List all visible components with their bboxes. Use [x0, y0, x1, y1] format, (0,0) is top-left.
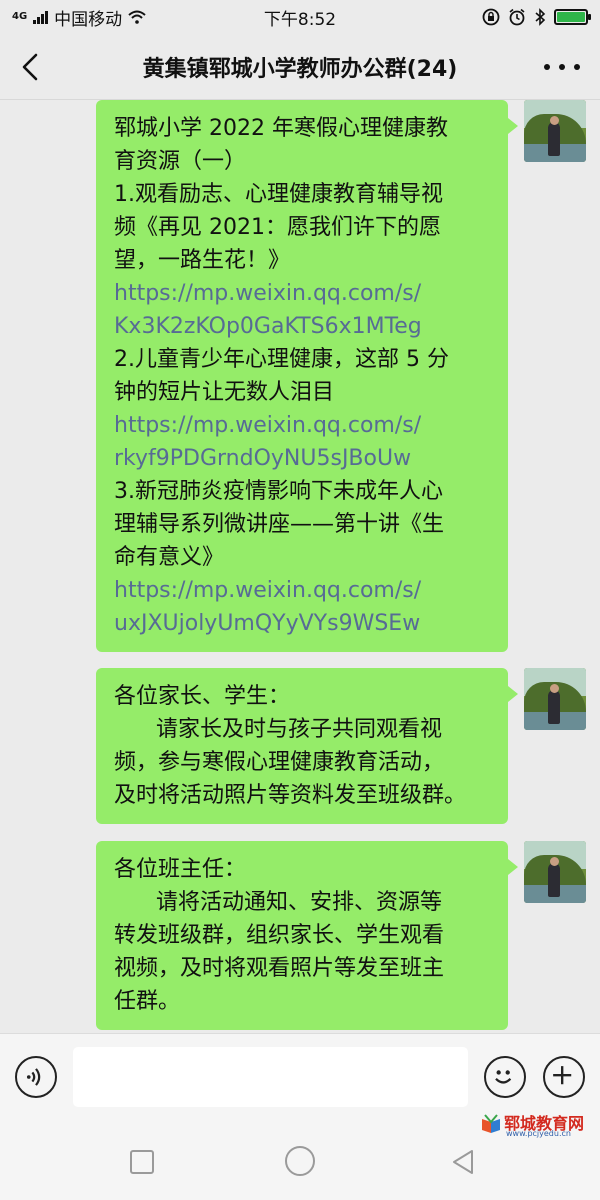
input-bar: [0, 1033, 600, 1115]
message-line: 1.观看励志、心理健康教育辅导视: [114, 182, 443, 207]
message-line: 2.儿童青少年心理健康，这部 5 分: [114, 347, 449, 372]
avatar[interactable]: [524, 100, 586, 162]
message-line: 理辅导系列微讲座——第十讲《生: [114, 512, 445, 537]
book-logo-icon: [482, 1114, 500, 1133]
message-link[interactable]: uxJXUjolyUmQYyVYs9WSEw: [114, 607, 492, 640]
message-bubble[interactable]: 各位家长、学生： 请家长及时与孩子共同观看视 频，参与寒假心理健康教育活动， 及时将…: [96, 668, 518, 824]
message-line: 命有意义》: [114, 545, 225, 570]
message-line: 视频，及时将观看照片等发至班主: [114, 956, 445, 981]
message-row: 各位班主任： 请将活动通知、安排、资源等 转发班级群，组织家长、学生观看 视频，及时…: [96, 841, 586, 1030]
message-link[interactable]: Kx3K2zKOp0GaKTS6x1MTeg: [114, 310, 492, 343]
message-link[interactable]: https://mp.weixin.qq.com/s/: [114, 574, 492, 607]
bluetooth-icon: [535, 8, 546, 26]
watermark-url: www.pcjyedu.cn: [506, 1129, 571, 1138]
message-link[interactable]: https://mp.weixin.qq.com/s/: [114, 409, 492, 442]
message-line: 各位家长、学生：: [114, 684, 291, 709]
message-bubble[interactable]: 郓城小学 2022 年寒假心理健康教 育资源（一） 1.观看励志、心理健康教育辅导视…: [96, 100, 518, 652]
message-line: 任群。: [114, 989, 181, 1014]
message-line: 频，参与寒假心理健康教育活动，: [114, 750, 445, 775]
message-line: 请家长及时与孩子共同观看视: [114, 717, 442, 742]
wifi-icon: [128, 10, 146, 24]
back-chevron-icon[interactable]: [14, 50, 48, 84]
network-tag: 4G: [12, 11, 28, 22]
status-left: 4G 中国移动: [12, 5, 146, 30]
avatar[interactable]: [524, 668, 586, 730]
status-right: [482, 8, 591, 26]
chat-header: 黄集镇郓城小学教师办公群(24): [0, 34, 600, 100]
emoji-icon[interactable]: [484, 1056, 526, 1098]
alarm-icon: [509, 8, 525, 26]
message-line: 钟的短片让无数人泪目: [114, 380, 335, 405]
message-line: 各位班主任：: [114, 857, 247, 882]
message-line: 转发班级群，组织家长、学生观看: [114, 923, 445, 948]
battery-fill: [557, 12, 585, 22]
battery-charging-icon: [554, 9, 591, 25]
message-line: 郓城小学 2022 年寒假心理健康教: [114, 116, 448, 141]
more-dots-icon[interactable]: [544, 50, 580, 84]
message-line: 望，一路生花！》: [114, 248, 291, 273]
message-row: 各位家长、学生： 请家长及时与孩子共同观看视 频，参与寒假心理健康教育活动， 及时将…: [96, 668, 586, 824]
message-line: 及时将活动照片等资料发至班级群。: [114, 783, 467, 808]
chat-title: 黄集镇郓城小学教师办公群(24): [142, 56, 458, 82]
plus-icon[interactable]: [543, 1056, 585, 1098]
site-watermark: 郓城教育网 www.pcjyedu.cn: [478, 1110, 590, 1140]
message-line: 育资源（一）: [114, 149, 247, 174]
voice-icon[interactable]: [15, 1056, 57, 1098]
message-line: 请将活动通知、安排、资源等: [114, 890, 442, 915]
recents-icon[interactable]: [130, 1150, 154, 1174]
back-triangle-icon[interactable]: [450, 1148, 476, 1176]
message-line: 3.新冠肺炎疫情影响下未成年人心: [114, 479, 443, 504]
message-bubble[interactable]: 各位班主任： 请将活动通知、安排、资源等 转发班级群，组织家长、学生观看 视频，及时…: [96, 841, 518, 1030]
message-link[interactable]: https://mp.weixin.qq.com/s/: [114, 277, 492, 310]
chat-message-list[interactable]: 郓城小学 2022 年寒假心理健康教 育资源（一） 1.观看励志、心理健康教育辅导视…: [0, 100, 600, 1033]
signal-icon: [33, 10, 49, 24]
message-link[interactable]: rkyf9PDGrndOyNU5sJBoUw: [114, 442, 492, 475]
message-input[interactable]: [73, 1047, 468, 1107]
home-icon[interactable]: [285, 1146, 315, 1176]
carrier-name: 中国移动: [54, 9, 123, 30]
message-line: 频《再见 2021：愿我们许下的愿: [114, 215, 441, 240]
status-bar: 4G 中国移动 下午8:52: [0, 0, 600, 34]
avatar[interactable]: [524, 841, 586, 903]
message-row: 郓城小学 2022 年寒假心理健康教 育资源（一） 1.观看励志、心理健康教育辅导视…: [96, 100, 586, 652]
lock-rotation-icon: [482, 8, 500, 26]
